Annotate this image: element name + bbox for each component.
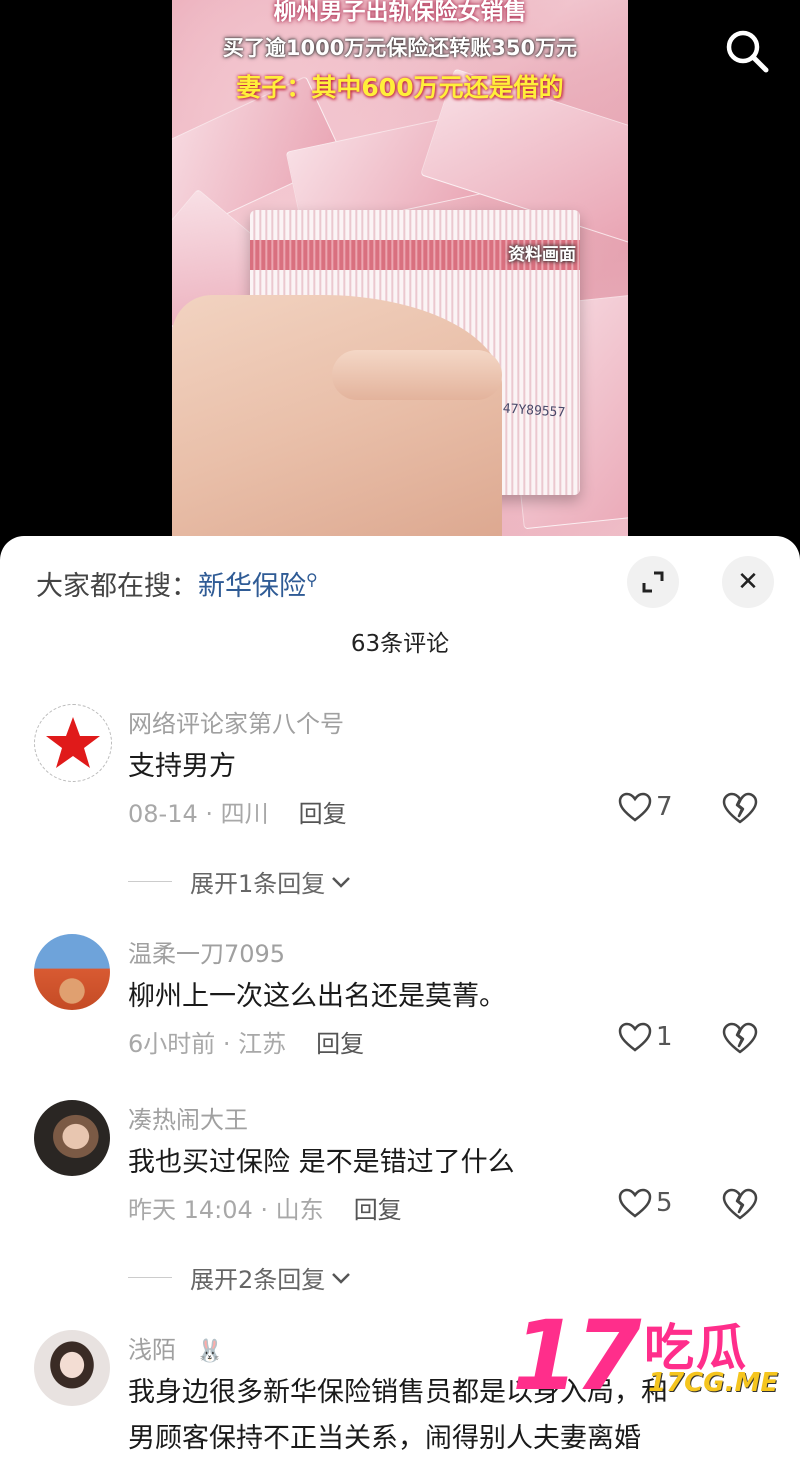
comment-meta: 08-14 · 四川 回复 <box>128 794 347 829</box>
hot-search-label: 大家都在搜： <box>36 571 198 602</box>
search-button[interactable] <box>722 26 772 76</box>
watermark-logo: 17 吃瓜 17CG.ME <box>512 1300 792 1412</box>
red-star-icon <box>46 717 100 768</box>
avatar[interactable] <box>34 704 112 782</box>
avatar[interactable] <box>34 1100 110 1176</box>
comment-text: 支持男方 <box>128 751 236 782</box>
hot-search-term[interactable]: 新华保险 <box>198 571 306 602</box>
watermark-url: 17CG.ME <box>648 1368 779 1398</box>
expand-replies[interactable]: 展开2条回复 <box>128 1260 353 1295</box>
expand-replies-label: 展开2条回复 <box>190 1266 326 1294</box>
heart-icon <box>618 1188 652 1218</box>
comment-count: 63条评论 <box>350 631 450 657</box>
video-player[interactable]: MD47Y89557 柳州男子出轨保险女销售 买了逾1000万元保险还转账350… <box>0 0 800 560</box>
expand-replies[interactable]: 展开1条回复 <box>128 864 353 899</box>
comment-text: 我也买过保险 是不是错过了什么 <box>128 1147 515 1178</box>
comment-username[interactable]: 浅陌 🐰 <box>128 1330 223 1365</box>
like-count: 1 <box>656 1022 673 1052</box>
dislike-button[interactable] <box>722 1022 758 1058</box>
expand-replies-label: 展开1条回复 <box>190 870 326 898</box>
avatar[interactable] <box>34 934 110 1010</box>
like-button[interactable]: 7 <box>618 792 673 822</box>
comment-text-line-2: 男顾客保持不正当关系，闹得别人夫妻离婚 <box>128 1423 641 1454</box>
video-headline-2: 买了逾1000万元保险还转账350万元 <box>222 36 578 60</box>
like-button[interactable]: 5 <box>618 1188 673 1218</box>
comment-date-location: 6小时前 · 江苏 <box>128 1030 287 1058</box>
comment-meta: 昨天 14:04 · 山东 回复 <box>128 1190 402 1225</box>
like-count: 5 <box>656 1188 673 1218</box>
comment-text: 柳州上一次这么出名还是莫菁。 <box>128 981 506 1012</box>
reply-button[interactable]: 回复 <box>316 1030 364 1058</box>
reply-button[interactable]: 回复 <box>299 800 347 828</box>
video-headline-3: 妻子：其中600万元还是借的 <box>236 73 564 102</box>
hot-search[interactable]: 大家都在搜：新华保险⚲ <box>36 564 318 603</box>
like-count: 7 <box>656 792 673 822</box>
like-button[interactable]: 1 <box>618 1022 673 1052</box>
broken-heart-icon <box>722 792 758 824</box>
reply-button[interactable]: 回复 <box>354 1196 402 1224</box>
dislike-button[interactable] <box>722 792 758 828</box>
dislike-button[interactable] <box>722 1188 758 1224</box>
bunny-badge-icon: 🐰 <box>196 1339 224 1364</box>
broken-heart-icon <box>722 1188 758 1220</box>
comment-username[interactable]: 网络评论家第八个号 <box>128 704 344 739</box>
search-icon <box>726 30 769 73</box>
comment-date-location: 08-14 · 四川 <box>128 800 269 828</box>
comment-date-location: 昨天 14:04 · 山东 <box>128 1196 324 1224</box>
expand-icon <box>642 571 664 593</box>
close-button[interactable]: ✕ <box>722 556 774 608</box>
broken-heart-icon <box>722 1022 758 1054</box>
close-icon: ✕ <box>737 567 759 597</box>
comment-username[interactable]: 温柔一刀7095 <box>128 934 285 969</box>
video-headline-1: 柳州男子出轨保险女销售 <box>273 0 527 25</box>
thumb <box>332 350 502 400</box>
material-label: 资料画面 <box>508 245 576 265</box>
hand <box>172 295 502 548</box>
heart-icon <box>618 792 652 822</box>
comment-username[interactable]: 凑热闹大王 <box>128 1100 248 1135</box>
video-frame: MD47Y89557 柳州男子出轨保险女销售 买了逾1000万元保险还转账350… <box>172 0 628 548</box>
comment-meta: 6小时前 · 江苏 回复 <box>128 1024 364 1059</box>
avatar[interactable] <box>34 1330 110 1406</box>
expand-button[interactable] <box>627 556 679 608</box>
heart-icon <box>618 1022 652 1052</box>
watermark-number: 17 <box>512 1300 642 1412</box>
comment-username-text: 浅陌 <box>128 1336 176 1364</box>
chevron-down-icon <box>332 876 351 888</box>
chevron-down-icon <box>332 1272 351 1284</box>
search-icon: ⚲ <box>306 570 318 589</box>
